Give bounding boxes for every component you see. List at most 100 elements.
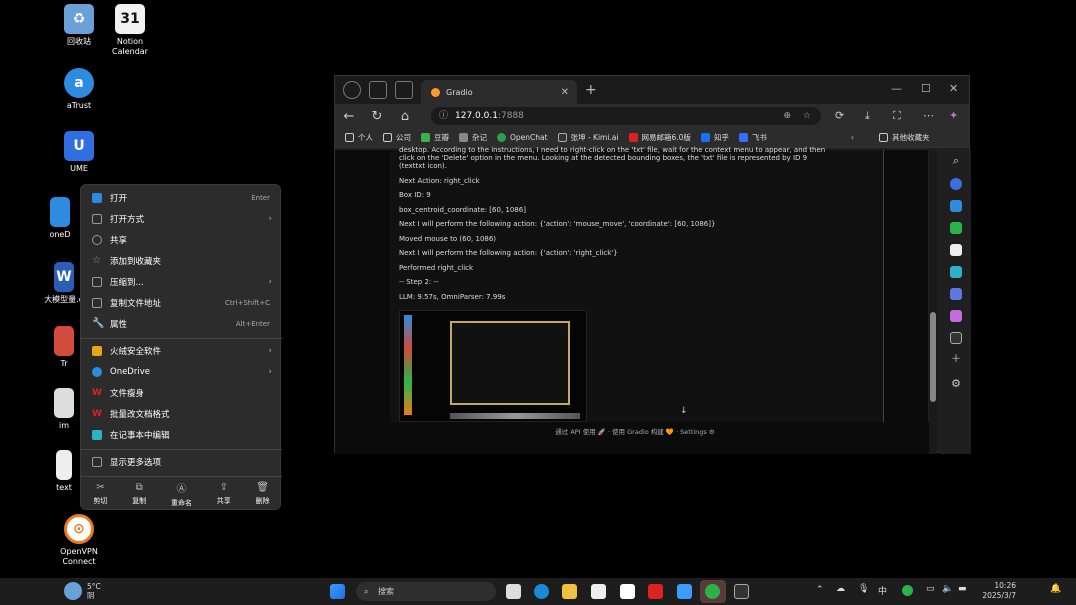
menu-item-notepad-edit[interactable]: 在记事本中编辑 bbox=[81, 425, 282, 445]
extensions-icon[interactable]: ⟳ bbox=[835, 109, 844, 122]
sidebar-app-icon[interactable] bbox=[950, 222, 962, 234]
tab-actions-icon[interactable] bbox=[395, 81, 413, 99]
other-favorites[interactable]: 其他收藏夹 bbox=[879, 132, 930, 143]
profile-icon[interactable] bbox=[343, 81, 361, 99]
tray-mic-icon[interactable]: 🎙 bbox=[858, 584, 869, 594]
menu-item-slim-file[interactable]: W 文件瘦身 bbox=[81, 383, 282, 403]
tab-gradio[interactable]: Gradio ✕ bbox=[421, 80, 577, 104]
gradio-footer[interactable]: 通过 API 使用 🚀 · 使用 Gradio 构建 🧡 · Settings … bbox=[335, 426, 935, 436]
scroll-down-icon[interactable]: ↓ bbox=[680, 406, 688, 416]
tr-desktop-icon[interactable]: Tr bbox=[44, 326, 84, 369]
delete-button[interactable]: 🗑 删除 bbox=[256, 482, 270, 506]
new-tab-icon[interactable]: + bbox=[585, 82, 597, 98]
sidebar-search-icon[interactable]: ⌕ bbox=[941, 154, 971, 168]
task-view-icon[interactable] bbox=[506, 584, 521, 599]
cut-button[interactable]: ✂ 剪切 bbox=[93, 482, 107, 506]
sidebar-app-icon[interactable] bbox=[950, 244, 962, 256]
sidebar-app-icon[interactable] bbox=[950, 200, 962, 212]
action-label: 剪切 bbox=[93, 497, 108, 505]
tray-wechat-icon[interactable] bbox=[902, 585, 913, 596]
menu-item-onedrive[interactable]: OneDrive › bbox=[81, 362, 282, 382]
favorite-item[interactable]: OpenChat bbox=[497, 133, 548, 142]
tray-network-icon[interactable]: ▭ bbox=[926, 584, 935, 594]
menu-item-open[interactable]: 打开 Enter bbox=[81, 188, 282, 208]
menu-item-copy-path[interactable]: 复制文件地址 Ctrl+Shift+C bbox=[81, 293, 282, 313]
close-window-icon[interactable]: ✕ bbox=[949, 82, 958, 95]
wps-taskbar-icon[interactable] bbox=[648, 584, 663, 599]
menu-item-add-favorite[interactable]: ☆ 添加到收藏夹 bbox=[81, 251, 282, 271]
copilot-icon[interactable]: ✦ bbox=[949, 109, 958, 122]
bilibili-icon[interactable] bbox=[677, 584, 692, 599]
tray-volume-icon[interactable]: 🔈 bbox=[942, 584, 953, 594]
word-doc-desktop-icon[interactable]: W 大模型量.d bbox=[44, 262, 84, 305]
maximize-icon[interactable]: ☐ bbox=[921, 82, 931, 95]
notion-calendar-desktop-icon[interactable]: 31 Notion Calendar bbox=[98, 4, 162, 57]
page-scrollbar[interactable] bbox=[929, 150, 937, 454]
sidebar-copilot-icon[interactable] bbox=[950, 178, 962, 190]
workspaces-icon[interactable] bbox=[369, 81, 387, 99]
screenshot-icon[interactable]: ⛶ bbox=[893, 109, 901, 123]
refresh-icon[interactable]: ↻ bbox=[363, 109, 391, 124]
atrust-desktop-icon[interactable]: a aTrust bbox=[47, 68, 111, 111]
sidebar-add-icon[interactable]: ＋ bbox=[941, 350, 971, 365]
menu-item-huorong[interactable]: 火绒安全软件 › bbox=[81, 341, 282, 361]
page-scroll-thumb[interactable] bbox=[930, 312, 936, 402]
edge-icon[interactable] bbox=[534, 584, 549, 599]
notion-icon[interactable] bbox=[620, 584, 635, 599]
menu-item-batch-convert[interactable]: W 批量改文档格式 bbox=[81, 404, 282, 424]
notification-icon[interactable]: 🔔 bbox=[1050, 584, 1061, 594]
text-file-desktop-icon[interactable]: text bbox=[44, 450, 84, 493]
menu-item-compress[interactable]: 压缩到... › bbox=[81, 272, 282, 292]
favorites-overflow-icon[interactable]: › bbox=[851, 133, 854, 142]
favorite-item[interactable]: 公司 bbox=[383, 132, 411, 143]
onedrive-desktop-icon[interactable]: oneD bbox=[40, 197, 80, 240]
close-tab-icon[interactable]: ✕ bbox=[561, 87, 569, 98]
minimize-icon[interactable]: — bbox=[891, 82, 902, 95]
share-button[interactable]: ⇪ 共享 bbox=[217, 482, 231, 506]
favorite-item[interactable]: 豆瓣 bbox=[421, 132, 449, 143]
favorite-item[interactable]: 个人 bbox=[345, 132, 373, 143]
sidebar-app-icon[interactable] bbox=[950, 288, 962, 300]
file-explorer-icon[interactable] bbox=[562, 584, 577, 599]
taskbar-search[interactable]: ⌕ 搜索 bbox=[356, 582, 496, 601]
menu-item-more-options[interactable]: 显示更多选项 bbox=[81, 452, 282, 472]
favorite-star-icon[interactable]: ☆ bbox=[803, 107, 811, 125]
image-desktop-icon[interactable]: im bbox=[44, 388, 84, 431]
sidebar-app-icon[interactable] bbox=[950, 266, 962, 278]
back-icon[interactable]: ← bbox=[335, 109, 363, 124]
more-menu-icon[interactable]: ⋯ bbox=[923, 109, 934, 122]
copy-button[interactable]: ⧉ 复制 bbox=[132, 482, 146, 506]
url-input[interactable]: ⓘ 127.0.0.1:7888 ⊕ ☆ bbox=[431, 107, 821, 125]
action-label: 共享 bbox=[216, 497, 231, 505]
ume-desktop-icon[interactable]: U UME bbox=[47, 131, 111, 174]
wechat-taskbar-item[interactable] bbox=[700, 580, 726, 603]
star-icon: ☆ bbox=[92, 255, 101, 266]
info-icon[interactable]: ⓘ bbox=[439, 107, 448, 125]
favorite-item[interactable]: 张坤 - Kimi.ai bbox=[557, 132, 619, 143]
sidebar-kimi-icon[interactable] bbox=[950, 332, 962, 344]
favorite-item[interactable]: 网易邮箱6.0版 bbox=[628, 132, 691, 143]
openvpn-desktop-icon[interactable]: ⊙ OpenVPN Connect bbox=[47, 514, 111, 567]
weather-icon[interactable] bbox=[64, 582, 82, 600]
tray-cloud-icon[interactable]: ☁ bbox=[836, 584, 845, 594]
menu-item-open-with[interactable]: 打开方式 › bbox=[81, 209, 282, 229]
favorite-item[interactable]: 杂记 bbox=[459, 132, 487, 143]
favorite-item[interactable]: 飞书 bbox=[738, 132, 767, 143]
sidebar-app-icon[interactable] bbox=[950, 310, 962, 322]
favorite-item[interactable]: 知乎 bbox=[700, 132, 729, 143]
download-icon[interactable]: ⤓ bbox=[865, 109, 870, 123]
tray-battery-icon[interactable]: ▬ bbox=[958, 584, 967, 594]
start-icon[interactable] bbox=[330, 584, 345, 599]
app-taskbar-icon[interactable] bbox=[734, 584, 749, 599]
zoom-icon[interactable]: ⊕ bbox=[783, 107, 791, 125]
store-icon[interactable] bbox=[591, 584, 606, 599]
menu-item-properties[interactable]: 🔧 属性 Alt+Enter bbox=[81, 314, 282, 334]
home-icon[interactable]: ⌂ bbox=[391, 109, 419, 124]
sidebar-settings-icon[interactable]: ⚙ bbox=[941, 377, 971, 390]
tray-chevron-icon[interactable]: ⌃ bbox=[816, 585, 824, 595]
weather-widget[interactable]: 5°C 阴 bbox=[87, 582, 101, 600]
rename-button[interactable]: Ⓐ 重命名 bbox=[171, 480, 192, 508]
menu-item-share[interactable]: 共享 bbox=[81, 230, 282, 250]
clock[interactable]: 10:26 2025/3/7 bbox=[980, 581, 1016, 601]
ime-indicator[interactable]: 中 bbox=[878, 584, 887, 597]
